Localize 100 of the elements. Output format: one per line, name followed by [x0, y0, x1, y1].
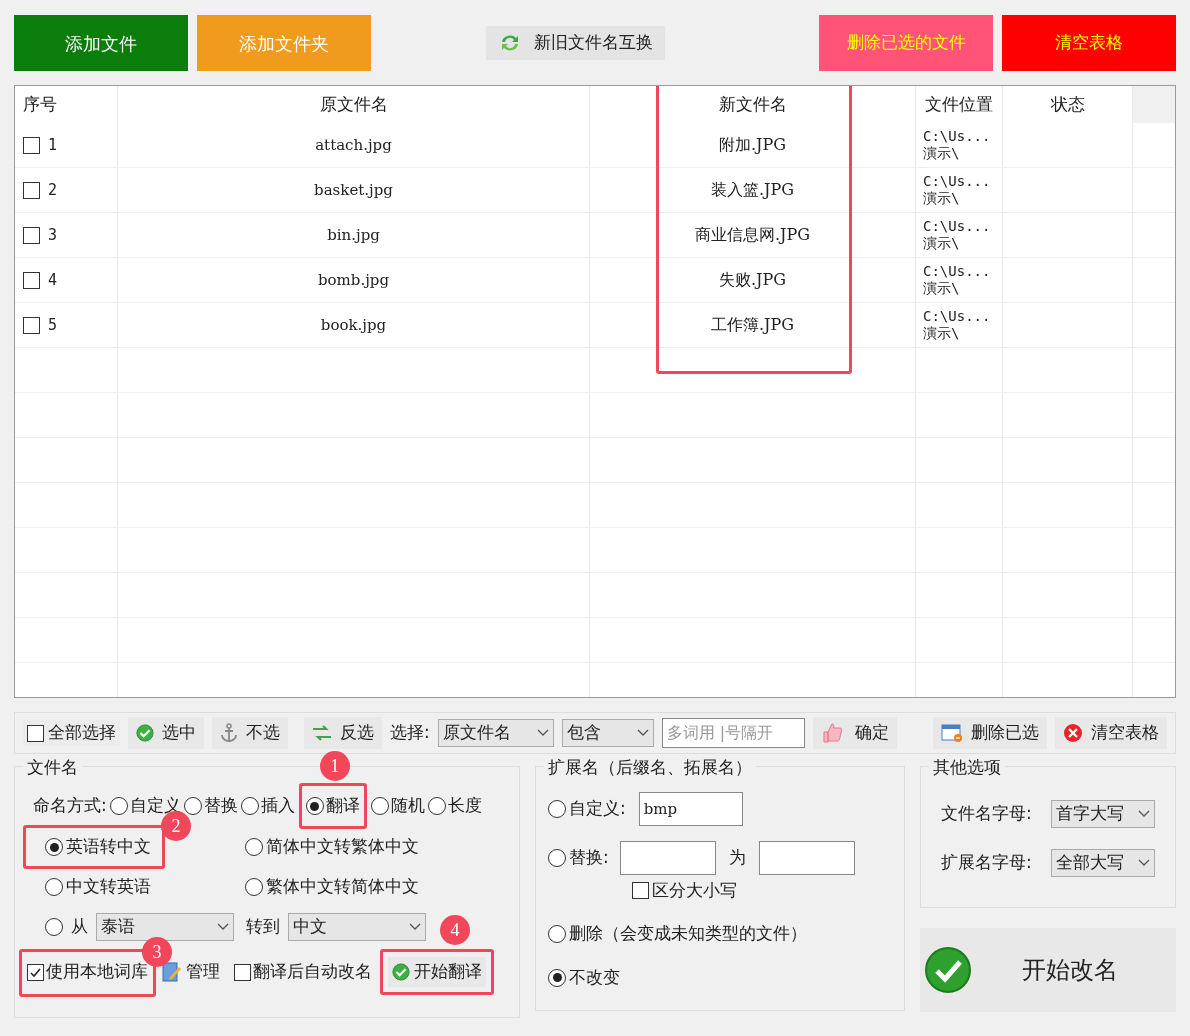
radio-button[interactable]: [45, 918, 63, 936]
radio-label[interactable]: 简体中文转繁体中文: [266, 834, 419, 860]
notepad-pencil-icon: [162, 961, 182, 983]
swap-arrows-icon: [312, 725, 332, 741]
radio-label[interactable]: 替换:: [569, 845, 609, 871]
radio-button[interactable]: [240, 797, 259, 815]
dropdown[interactable]: 中文: [288, 913, 426, 941]
column-header: 序号: [15, 86, 118, 123]
dropdown[interactable]: 原文件名: [437, 719, 554, 747]
extension-field[interactable]: bmp: [638, 792, 743, 826]
radio-button[interactable]: [245, 878, 263, 896]
radio-button[interactable]: [548, 968, 566, 987]
confirm-button[interactable]: 确定: [812, 717, 897, 749]
callout-frame: [298, 783, 367, 829]
radio-label[interactable]: 插入: [260, 793, 295, 819]
radio-label[interactable]: 替换: [203, 793, 238, 819]
delete-selected-button[interactable]: 删除已选: [933, 717, 1047, 749]
radio-button[interactable]: [548, 849, 566, 867]
radio-button[interactable]: [548, 800, 566, 818]
radio-button[interactable]: [183, 797, 202, 815]
table-cell-text: bomb.jpg: [317, 269, 390, 291]
radio-button[interactable]: [245, 838, 263, 856]
radio-label[interactable]: 长度: [447, 793, 482, 819]
radio-button[interactable]: [370, 797, 389, 815]
radio-button[interactable]: [45, 838, 63, 856]
table-cell-text: 演示\: [923, 280, 961, 297]
dropdown[interactable]: 全部大写: [1051, 849, 1155, 877]
column-header: 新文件名: [590, 86, 916, 123]
table-cell-text: C:\Us...: [923, 308, 992, 325]
deselect-button[interactable]: 不选: [212, 717, 288, 749]
radio-label[interactable]: 删除（会变成未知类型的文件）: [569, 920, 807, 947]
checkbox[interactable]: [23, 181, 40, 199]
start-translate-button[interactable]: 开始翻译: [388, 957, 486, 987]
checkbox[interactable]: [632, 882, 649, 900]
radio-button[interactable]: [427, 797, 446, 815]
option-label: 扩展名字母:: [941, 851, 1032, 875]
column-header: 文件位置: [916, 86, 1003, 123]
checkbox[interactable]: [27, 963, 44, 981]
checkbox[interactable]: [23, 136, 40, 154]
select-button[interactable]: 选中: [128, 717, 204, 749]
row-number: 4: [48, 269, 58, 291]
table-cell-text: 演示\: [923, 145, 961, 162]
invert-button[interactable]: 反选: [304, 717, 382, 749]
select-all-checkbox[interactable]: 全部选择: [23, 720, 120, 746]
radio-button[interactable]: [109, 797, 128, 815]
table-cell-text: 装入篮.JPG: [710, 179, 794, 201]
checkbox-label[interactable]: 区分大小写: [652, 878, 737, 904]
table-cell-text: basket.jpg: [314, 179, 393, 201]
start-rename-button[interactable]: 开始改名: [920, 928, 1176, 1012]
caret-icon: [636, 729, 649, 737]
toolbar-button[interactable]: 添加文件: [14, 15, 188, 71]
joiner-label: 为: [728, 846, 746, 870]
caret-icon: [1138, 810, 1150, 818]
radio-button[interactable]: [548, 924, 566, 943]
table-cell-text: 演示\: [923, 325, 961, 342]
caret-icon: [409, 923, 421, 931]
row-number: 2: [48, 179, 58, 201]
filter-label: 选择:: [390, 721, 430, 745]
radio-label[interactable]: 随机: [390, 793, 425, 819]
close-icon: [1063, 723, 1083, 743]
checkbox[interactable]: [234, 963, 251, 981]
table-cell-text: 商业信息网.JPG: [694, 224, 810, 246]
window-minus-icon: [941, 723, 963, 743]
caret-icon: [217, 923, 229, 931]
radio-button[interactable]: [45, 878, 63, 896]
radio-label[interactable]: 不改变: [569, 964, 620, 991]
replace-to-field[interactable]: [758, 841, 855, 875]
callout-badge: 1: [319, 751, 350, 782]
check-circle-icon: [392, 963, 410, 981]
radio-label[interactable]: 英语转中文: [66, 834, 151, 860]
check-circle-icon: [136, 724, 154, 742]
checkbox[interactable]: [23, 316, 40, 334]
table-cell-text: 附加.JPG: [718, 134, 786, 156]
naming-label: 命名方式:: [33, 794, 107, 818]
caret-icon: [1138, 859, 1150, 867]
row-number: 3: [48, 224, 58, 246]
dropdown[interactable]: 首字大写: [1051, 800, 1155, 828]
toolbar-button[interactable]: 清空表格: [1002, 15, 1176, 71]
checkbox[interactable]: [27, 724, 44, 742]
option-label: 文件名字母:: [941, 802, 1032, 826]
table-cell-text: book.jpg: [320, 314, 387, 336]
caret-icon: [536, 729, 549, 737]
checkbox[interactable]: [23, 271, 40, 289]
radio-button[interactable]: [305, 797, 324, 815]
table-cell-text: 工作簿.JPG: [710, 314, 794, 336]
radio-label[interactable]: 繁体中文转简体中文: [266, 874, 419, 900]
radio-label[interactable]: 自定义:: [569, 796, 626, 822]
clear-table-button[interactable]: 清空表格: [1055, 717, 1167, 749]
table-cell-text: attach.jpg: [315, 134, 392, 156]
radio-label[interactable]: 翻译: [325, 793, 360, 819]
checkbox[interactable]: [23, 226, 40, 244]
dropdown[interactable]: 泰语: [96, 913, 234, 941]
column-header: 原文件名: [118, 86, 590, 123]
table-cell-text: C:\Us...: [923, 173, 992, 190]
radio-label[interactable]: 中文转英语: [66, 874, 151, 900]
swap-button[interactable]: 新旧文件名互换: [485, 26, 665, 60]
table-cell-text: 演示\: [923, 190, 961, 207]
dropdown[interactable]: 包含: [561, 719, 654, 747]
checkbox-label[interactable]: 翻译后自动改名: [253, 959, 372, 985]
replace-from-field[interactable]: [619, 841, 716, 875]
